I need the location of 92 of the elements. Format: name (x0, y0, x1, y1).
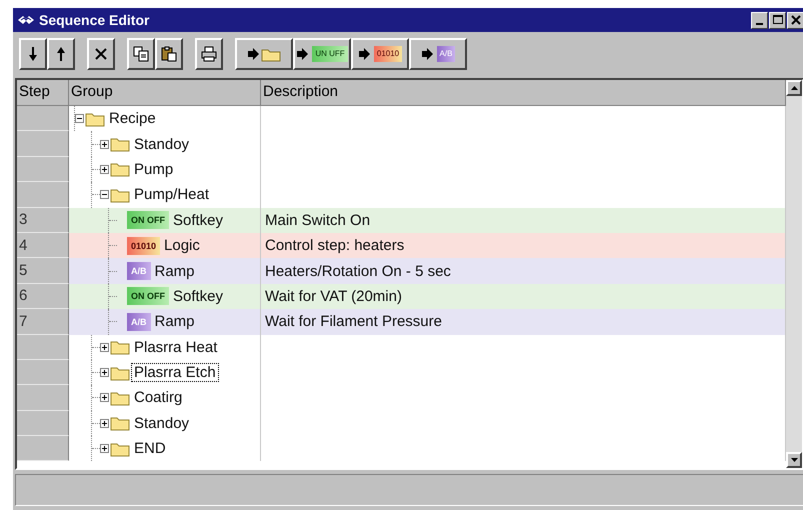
folder-icon (85, 110, 105, 127)
group-label[interactable]: Plasrra Etch (132, 364, 218, 382)
maximize-button[interactable] (769, 12, 786, 28)
window-title: Sequence Editor (39, 12, 150, 28)
folder-icon (110, 339, 130, 356)
step-type-icon: A/B (436, 46, 456, 62)
folder-icon (110, 364, 130, 381)
column-header[interactable]: Step (17, 80, 69, 106)
expand-icon[interactable] (100, 140, 109, 149)
step-type-icon: ON OFF (127, 211, 169, 230)
minimize-icon (756, 23, 763, 25)
expand-icon[interactable] (100, 393, 109, 402)
step-type-icon: 01010 (127, 236, 160, 255)
step-cell (17, 182, 69, 208)
insert-step-button[interactable]: UN UFF (293, 38, 351, 70)
step-description: Control step: heaters (261, 232, 786, 258)
move-up-button[interactable] (47, 38, 75, 70)
group-label[interactable]: Coatirg (132, 389, 184, 406)
arrow-icon (296, 46, 308, 62)
step-type-icon: UN UFF (312, 46, 348, 62)
step-cell (17, 410, 69, 436)
expand-icon[interactable] (100, 164, 109, 174)
down-arrow-icon (790, 458, 798, 462)
group-label[interactable]: Pump (132, 160, 176, 178)
scroll-down-button[interactable] (786, 452, 802, 468)
step-number: 6 (17, 284, 69, 310)
maximize-icon (770, 13, 784, 27)
print-button[interactable] (195, 38, 223, 70)
copy-button[interactable] (127, 38, 155, 70)
close-icon (788, 13, 802, 27)
group-label[interactable]: Recipe (107, 110, 158, 128)
step-description: Wait for VAT (20min) (261, 284, 786, 310)
step-description: Main Switch On (261, 208, 786, 233)
minimize-button[interactable] (751, 12, 768, 28)
step-description: Heaters/Rotation On - 5 sec (261, 258, 786, 284)
collapse-icon[interactable] (75, 114, 84, 124)
step-label[interactable]: Logic (162, 237, 202, 254)
arrow-icon (420, 46, 433, 62)
copy-icon (133, 46, 149, 62)
step-cell (17, 131, 69, 157)
paste-icon (161, 46, 177, 62)
paste-button[interactable] (155, 38, 183, 70)
close-button[interactable] (787, 12, 803, 28)
step-cell (17, 156, 69, 182)
step-cell (17, 106, 69, 132)
step-description: Wait for Filament Pressure (261, 309, 786, 335)
step-number: 4 (17, 232, 69, 258)
folder-icon (110, 415, 130, 432)
scrollbar[interactable] (786, 80, 802, 468)
folder-icon (110, 440, 130, 457)
expand-icon[interactable] (100, 342, 109, 352)
step-type-icon: ON OFF (127, 287, 169, 306)
step-number: 7 (17, 309, 69, 335)
step-type-icon: A/B (127, 312, 150, 331)
step-number: 3 (17, 208, 69, 233)
move-down-button[interactable] (19, 38, 47, 70)
folder-icon (110, 186, 130, 203)
step-number: 5 (17, 258, 69, 284)
group-label[interactable]: Standoy (132, 136, 192, 153)
step-cell (17, 385, 69, 411)
insert-step-button[interactable]: 01010 (351, 38, 409, 70)
expand-icon[interactable] (100, 368, 109, 378)
insert-group-button[interactable] (235, 38, 293, 70)
step-label[interactable]: Ramp (152, 313, 197, 330)
expand-icon[interactable] (100, 444, 109, 454)
folder-icon (110, 161, 130, 178)
print-icon (201, 46, 217, 62)
arrow-icon (247, 46, 259, 62)
up-arrow-icon (790, 86, 798, 90)
step-type-icon: 01010 (374, 46, 402, 62)
group-label[interactable]: Pump/Heat (132, 186, 212, 204)
step-cell (17, 334, 69, 360)
group-label[interactable]: Standoy (132, 414, 192, 432)
step-cell (17, 436, 69, 462)
delete-button[interactable] (87, 38, 115, 70)
collapse-icon[interactable] (100, 190, 109, 200)
app-icon (17, 14, 35, 26)
step-cell (17, 360, 69, 386)
group-label[interactable]: Plasrra Heat (132, 338, 220, 356)
folder-icon (110, 136, 130, 152)
expand-icon[interactable] (100, 418, 109, 428)
arrow-icon (358, 46, 370, 62)
folder-icon (110, 390, 130, 406)
step-label[interactable]: Ramp (152, 262, 197, 280)
step-label[interactable]: Softkey (171, 212, 226, 229)
group-label[interactable]: END (132, 440, 168, 458)
column-header[interactable]: Description (261, 80, 786, 106)
delete-icon (93, 46, 109, 62)
step-type-icon: A/B (127, 262, 150, 280)
step-label[interactable]: Softkey (171, 288, 226, 305)
column-header[interactable]: Group (69, 80, 261, 106)
scroll-up-button[interactable] (786, 80, 802, 96)
